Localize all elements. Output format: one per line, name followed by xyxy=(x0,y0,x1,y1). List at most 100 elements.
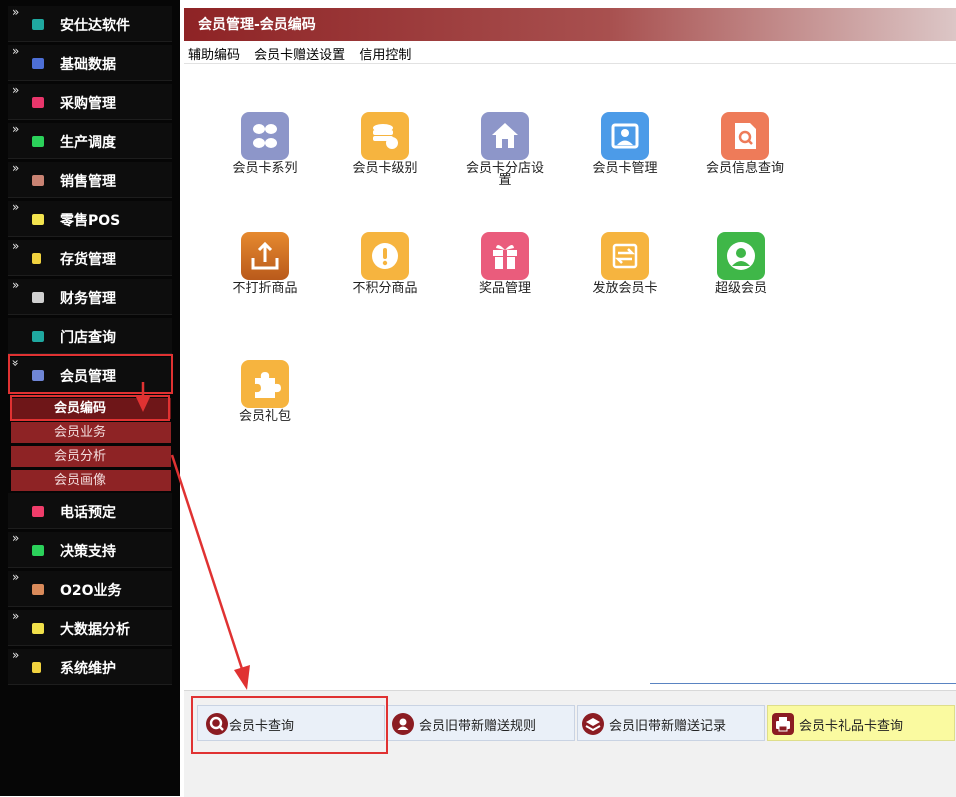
tile-member-card-series[interactable]: 会员卡系列 xyxy=(220,112,310,175)
sidebar-subitem-member-analysis[interactable]: 会员分析 xyxy=(11,446,171,467)
member-card-icon xyxy=(601,112,649,160)
pink-square-icon xyxy=(32,506,44,517)
tile-label: 奖品管理 xyxy=(478,281,531,296)
sidebar-item-label: 存货管理 xyxy=(60,252,116,268)
sub-navigation: 辅助编码 会员卡赠送设置 信用控制 xyxy=(188,44,421,64)
tile-label: 超级会员 xyxy=(714,281,767,296)
sidebar-item-sales[interactable]: » 销售管理 xyxy=(8,161,172,198)
sidebar-item-retail-pos[interactable]: » 零售POS xyxy=(8,200,172,237)
yellow-square-icon xyxy=(32,214,44,225)
yellow-note-icon xyxy=(32,253,41,264)
sidebar-subitem-member-portrait[interactable]: 会员画像 xyxy=(11,470,171,491)
user-circle-icon xyxy=(717,232,765,280)
button-label: 会员卡礼品卡查询 xyxy=(799,719,904,734)
chevron-double-right-icon: » xyxy=(12,609,20,623)
tile-prize-management[interactable]: 奖品管理 xyxy=(460,232,550,295)
red-square-icon xyxy=(32,97,44,108)
gift-icon xyxy=(481,232,529,280)
gift-card-query-button[interactable]: 会员卡礼品卡查询 xyxy=(767,705,955,741)
tile-member-card-management[interactable]: 会员卡管理 xyxy=(580,112,670,175)
highlight-box xyxy=(10,395,170,421)
sidebar-subitem-member-business[interactable]: 会员业务 xyxy=(11,422,171,443)
sidebar-item-production[interactable]: » 生产调度 xyxy=(8,122,172,159)
subnav-link-auxiliary-coding[interactable]: 辅助编码 xyxy=(188,48,240,63)
sidebar-item-label: 生产调度 xyxy=(60,135,116,151)
tile-label: 会员卡系列 xyxy=(232,161,298,176)
referral-gift-records-button[interactable]: 会员旧带新赠送记录 xyxy=(577,705,765,741)
sidebar-item-basic-data[interactable]: » 基础数据 xyxy=(8,44,172,81)
gray-square-icon xyxy=(32,292,44,303)
sidebar-item-label: 系统维护 xyxy=(60,661,116,677)
chevron-double-right-icon: » xyxy=(12,5,20,19)
chevron-double-right-icon: » xyxy=(12,44,20,58)
tile-member-gift-package[interactable]: 会员礼包 xyxy=(220,360,310,423)
yellow-square-icon xyxy=(32,623,44,634)
sidebar-item-purchase[interactable]: » 采购管理 xyxy=(8,83,172,120)
highlight-box xyxy=(8,354,173,394)
sidebar-item-store-query[interactable]: 门店查询 xyxy=(8,318,172,354)
exclamation-icon xyxy=(361,232,409,280)
house-icon xyxy=(481,112,529,160)
highlight-box xyxy=(191,696,388,754)
exchange-icon xyxy=(601,232,649,280)
yellow-note-icon xyxy=(32,662,41,673)
tile-member-info-query[interactable]: 会员信息查询 xyxy=(700,112,790,175)
brown-square-icon xyxy=(32,584,44,595)
subnav-link-credit-control[interactable]: 信用控制 xyxy=(359,48,411,63)
chevron-double-right-icon: » xyxy=(12,200,20,214)
arrow-head xyxy=(234,665,250,690)
sidebar-item-ansida-software[interactable]: » 安仕达软件 xyxy=(8,5,172,42)
page-title: 会员管理-会员编码 xyxy=(184,8,956,41)
arrow-line xyxy=(170,454,245,673)
chevron-double-right-icon: » xyxy=(12,531,20,545)
button-label: 会员旧带新赠送记录 xyxy=(609,719,727,734)
tile-label: 会员卡分店设置 xyxy=(465,161,544,188)
tile-label: 不积分商品 xyxy=(352,281,418,296)
sidebar-item-label: 财务管理 xyxy=(60,291,116,307)
sidebar-item-label: 零售POS xyxy=(60,213,121,229)
export-icon xyxy=(241,232,289,280)
tile-no-discount-goods[interactable]: 不打折商品 xyxy=(220,232,310,295)
divider xyxy=(184,63,956,64)
chevron-double-right-icon: » xyxy=(12,648,20,662)
sidebar-item-o2o[interactable]: » O2O业务 xyxy=(8,570,172,607)
teal-square-icon xyxy=(32,19,44,30)
sidebar-item-decision-support[interactable]: » 决策支持 xyxy=(8,531,172,568)
referral-gift-rules-button[interactable]: 会员旧带新赠送规则 xyxy=(387,705,575,741)
sidebar-item-label: 采购管理 xyxy=(60,96,116,112)
sidebar-item-phone-booking[interactable]: 电话预定 xyxy=(8,493,172,529)
sidebar-item-big-data[interactable]: » 大数据分析 xyxy=(8,609,172,646)
tile-no-points-goods[interactable]: 不积分商品 xyxy=(340,232,430,295)
sidebar-item-system-maintenance[interactable]: » 系统维护 xyxy=(8,648,172,685)
brown-square-icon xyxy=(32,175,44,186)
sidebar-item-label: 决策支持 xyxy=(60,544,116,560)
coins-icon xyxy=(361,112,409,160)
chevron-double-right-icon: » xyxy=(12,161,20,175)
chevron-double-right-icon: » xyxy=(12,278,20,292)
green-square-icon xyxy=(32,136,44,147)
tile-label: 会员信息查询 xyxy=(705,161,784,176)
chevron-double-right-icon: » xyxy=(12,239,20,253)
chevron-double-right-icon: » xyxy=(12,122,20,136)
tile-label: 发放会员卡 xyxy=(592,281,658,296)
tile-issue-member-card[interactable]: 发放会员卡 xyxy=(580,232,670,295)
sidebar-item-label: O2O业务 xyxy=(60,583,122,599)
sidebar-item-label: 基础数据 xyxy=(60,57,116,73)
tile-super-member[interactable]: 超级会员 xyxy=(696,232,786,295)
tile-label: 会员卡级别 xyxy=(352,161,418,176)
subnav-link-card-gift-settings[interactable]: 会员卡赠送设置 xyxy=(254,48,345,63)
grid-icon xyxy=(241,112,289,160)
blue-square-icon xyxy=(32,58,44,69)
sidebar-item-label: 门店查询 xyxy=(60,330,116,346)
sidebar-item-label: 大数据分析 xyxy=(60,622,130,638)
tile-label: 会员卡管理 xyxy=(592,161,658,176)
sidebar-item-inventory[interactable]: » 存货管理 xyxy=(8,239,172,276)
chevron-double-right-icon: » xyxy=(12,83,20,97)
tile-member-card-store-settings[interactable]: 会员卡分店设置 xyxy=(460,112,550,187)
tile-label: 不打折商品 xyxy=(232,281,298,296)
layers-icon xyxy=(582,713,604,735)
tile-member-card-level[interactable]: 会员卡级别 xyxy=(340,112,430,175)
printer-icon xyxy=(772,713,794,735)
sidebar-item-label: 电话预定 xyxy=(60,505,116,521)
sidebar-item-finance[interactable]: » 财务管理 xyxy=(8,278,172,315)
